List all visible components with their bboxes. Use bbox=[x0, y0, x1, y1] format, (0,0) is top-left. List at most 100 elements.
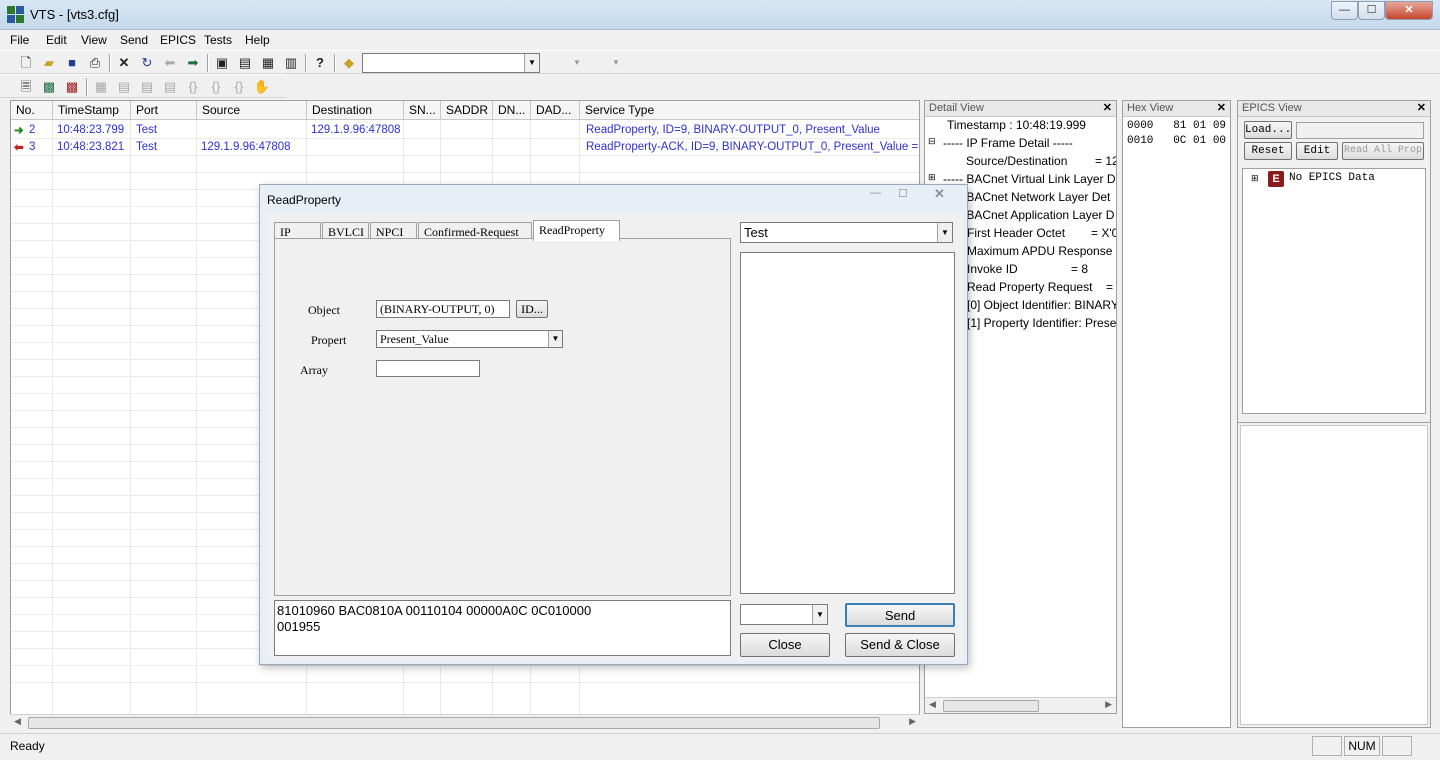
property-select[interactable]: Present_Value ▼ bbox=[376, 330, 563, 348]
menu-tests[interactable]: Tests bbox=[204, 33, 232, 47]
hex-row[interactable]: 0000 81 01 09 bbox=[1127, 120, 1226, 132]
open-folder-icon[interactable]: ▰ bbox=[40, 54, 58, 72]
small-select[interactable]: ▼ bbox=[740, 604, 828, 625]
tree-line[interactable]: ----- BACnet Virtual Link Layer D bbox=[943, 172, 1116, 186]
port-combo[interactable]: ▼ bbox=[362, 53, 540, 73]
view-detail-icon[interactable]: ▣ bbox=[213, 54, 231, 72]
tree-line[interactable]: Read Property Request bbox=[967, 280, 1092, 294]
col-dnet[interactable]: DN... bbox=[493, 101, 531, 120]
minimize-icon[interactable]: — bbox=[870, 187, 881, 199]
read-all-props-button[interactable]: Read All Prop bbox=[1342, 142, 1424, 160]
array-field[interactable] bbox=[376, 360, 480, 377]
hand-icon[interactable]: ✋ bbox=[253, 78, 271, 96]
disabled-tool6-icon[interactable]: {} bbox=[207, 78, 225, 96]
menu-view[interactable]: View bbox=[81, 33, 107, 47]
scroll-right-icon[interactable]: ▶ bbox=[909, 716, 916, 727]
disabled-tool7-icon[interactable]: {} bbox=[230, 78, 248, 96]
menu-help[interactable]: Help bbox=[245, 33, 270, 47]
tree-red-icon[interactable]: ▩ bbox=[63, 78, 81, 96]
reset-button[interactable]: Reset bbox=[1244, 142, 1292, 160]
load-button[interactable]: Load... bbox=[1244, 121, 1292, 139]
print-icon[interactable]: ⎙ bbox=[86, 54, 104, 72]
col-snet[interactable]: SN... bbox=[404, 101, 441, 120]
packet-list-scrollbar[interactable]: ◀ ▶ bbox=[10, 714, 920, 730]
col-saddr[interactable]: SADDR bbox=[441, 101, 493, 120]
menu-edit[interactable]: Edit bbox=[46, 33, 67, 47]
tab-readproperty[interactable]: ReadProperty bbox=[533, 220, 620, 241]
tree-line[interactable]: ----- IP Frame Detail ----- bbox=[943, 136, 1073, 150]
scroll-thumb[interactable] bbox=[943, 700, 1039, 712]
col-port[interactable]: Port bbox=[131, 101, 197, 120]
document-icon[interactable]: 🗏 bbox=[17, 78, 35, 96]
port-combo-value bbox=[363, 54, 539, 58]
collapse-icon[interactable]: ⊟ bbox=[928, 136, 936, 147]
port-list-box[interactable] bbox=[740, 252, 955, 594]
close-window-button[interactable]: ✕ bbox=[1385, 1, 1433, 20]
back-arrow-icon[interactable]: ⬅ bbox=[161, 54, 179, 72]
hex-row[interactable]: 0010 0C 01 00 bbox=[1127, 135, 1226, 147]
arrow-right-icon: ➜ bbox=[14, 125, 24, 137]
tree-item[interactable]: No EPICS Data bbox=[1289, 172, 1375, 184]
scroll-right-icon[interactable]: ▶ bbox=[1105, 699, 1112, 710]
close-icon[interactable]: ✕ bbox=[934, 186, 945, 202]
col-service-type[interactable]: Service Type bbox=[580, 101, 919, 120]
object-field[interactable]: (BINARY-OUTPUT, 0) bbox=[376, 300, 510, 318]
col-destination[interactable]: Destination bbox=[307, 101, 404, 120]
new-file-icon[interactable]: 🗋 bbox=[17, 54, 35, 72]
menu-bar: File Edit View Send EPICS Tests Help bbox=[0, 30, 1440, 50]
tree-line[interactable]: [0] Object Identifier: BINARY bbox=[967, 298, 1116, 312]
menu-send[interactable]: Send bbox=[120, 33, 148, 47]
col-timestamp[interactable]: TimeStamp bbox=[53, 101, 131, 120]
maximize-button[interactable]: ☐ bbox=[1358, 1, 1385, 20]
view-list-icon[interactable]: ▦ bbox=[259, 54, 277, 72]
refresh-icon[interactable]: ↻ bbox=[138, 54, 156, 72]
tree-green-icon[interactable]: ▩ bbox=[40, 78, 58, 96]
menu-file[interactable]: File bbox=[10, 33, 29, 47]
tree-line[interactable]: First Header Octet bbox=[967, 226, 1065, 240]
object-id-button[interactable]: ID... bbox=[516, 300, 548, 318]
col-no[interactable]: No. bbox=[11, 101, 53, 120]
close-icon[interactable]: ✕ bbox=[1417, 101, 1426, 114]
scroll-left-icon[interactable]: ◀ bbox=[14, 716, 21, 727]
scroll-left-icon[interactable]: ◀ bbox=[929, 699, 936, 710]
tree-line[interactable]: ----- BACnet Application Layer D bbox=[943, 208, 1114, 222]
minimize-button[interactable]: — bbox=[1331, 1, 1358, 20]
close-icon[interactable]: ✕ bbox=[1217, 101, 1226, 114]
expand-icon[interactable]: ⊞ bbox=[928, 172, 936, 183]
detail-scrollbar[interactable]: ◀ ▶ bbox=[925, 697, 1116, 713]
tree-line[interactable]: Invoke ID bbox=[967, 262, 1018, 276]
scroll-thumb[interactable] bbox=[28, 717, 880, 729]
filter-combo[interactable]: ▼ ▼ bbox=[545, 53, 625, 73]
tree-line[interactable]: Source/Destination bbox=[966, 154, 1067, 168]
disabled-tool3-icon[interactable]: ▤ bbox=[138, 78, 156, 96]
tree-line[interactable]: ----- BACnet Network Layer Det bbox=[943, 190, 1110, 204]
col-source[interactable]: Source bbox=[197, 101, 307, 120]
disabled-tool1-icon[interactable]: ▦ bbox=[92, 78, 110, 96]
col-daddr[interactable]: DAD... bbox=[531, 101, 580, 120]
disabled-tool4-icon[interactable]: ▤ bbox=[161, 78, 179, 96]
tree-line[interactable]: [1] Property Identifier: Prese bbox=[967, 316, 1116, 330]
close-icon[interactable]: ✕ bbox=[1103, 101, 1112, 114]
disabled-tool5-icon[interactable]: {} bbox=[184, 78, 202, 96]
close-button[interactable]: Close bbox=[740, 633, 830, 657]
send-button[interactable]: Send bbox=[845, 603, 955, 627]
disabled-tool2-icon[interactable]: ▤ bbox=[115, 78, 133, 96]
save-icon[interactable]: ■ bbox=[63, 54, 81, 72]
edit-button[interactable]: Edit bbox=[1296, 142, 1338, 160]
view-window-icon[interactable]: ▥ bbox=[282, 54, 300, 72]
send-port-select[interactable]: Test ▼ bbox=[740, 222, 953, 243]
menu-epics[interactable]: EPICS bbox=[160, 33, 196, 47]
maximize-icon[interactable]: ☐ bbox=[898, 187, 908, 200]
view-hex-icon[interactable]: ▤ bbox=[236, 54, 254, 72]
hex-output-box[interactable]: 81010960 BAC0810A 00110104 00000A0C 0C01… bbox=[274, 600, 731, 656]
delete-icon[interactable]: ✕ bbox=[115, 54, 133, 72]
tree-line[interactable]: Maximum APDU Response S bbox=[967, 244, 1116, 258]
row-time: 10:48:23.799 bbox=[57, 124, 125, 136]
help-icon[interactable]: ? bbox=[311, 54, 329, 72]
tree-line[interactable]: Timestamp : 10:48:19.999 bbox=[947, 118, 1086, 132]
epics-file-field[interactable] bbox=[1296, 122, 1424, 139]
port-icon[interactable]: ◆ bbox=[340, 54, 358, 72]
expand-icon[interactable]: ⊞ bbox=[1251, 173, 1259, 184]
send-and-close-button[interactable]: Send & Close bbox=[845, 633, 955, 657]
forward-arrow-icon[interactable]: ➡ bbox=[184, 54, 202, 72]
